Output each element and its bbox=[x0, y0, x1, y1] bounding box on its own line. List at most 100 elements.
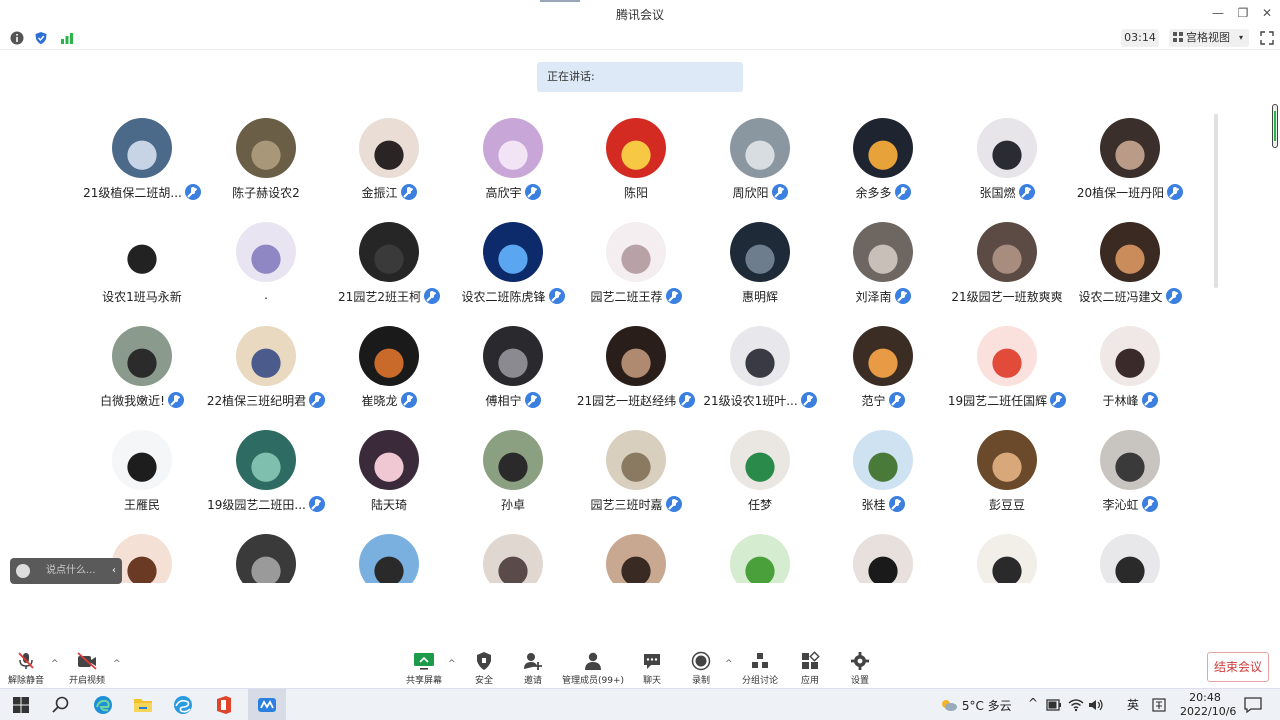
weather-widget[interactable]: 5°C 多云 bbox=[940, 697, 1012, 714]
avatar bbox=[853, 326, 913, 386]
participant-tile[interactable]: 设农二班陈虎锋 bbox=[451, 212, 575, 312]
participant-tile[interactable]: 20植保一班丹阳 bbox=[1068, 108, 1192, 208]
wifi-icon[interactable] bbox=[1068, 698, 1084, 712]
edge-browser-icon[interactable] bbox=[92, 694, 114, 716]
info-icon[interactable] bbox=[10, 31, 24, 45]
start-video-button[interactable]: 开启视频 bbox=[57, 651, 117, 687]
windows-start-icon[interactable] bbox=[10, 694, 32, 716]
participant-name: 傅相宁 bbox=[485, 394, 522, 408]
participant-tile[interactable]: 园艺二班王荐 bbox=[574, 212, 698, 312]
side-scroll-indicator[interactable] bbox=[1272, 104, 1278, 148]
participant-tile[interactable]: 崔晓龙 bbox=[327, 316, 451, 416]
participant-name-line: 设农二班冯建文 bbox=[1060, 288, 1200, 305]
participant-tile[interactable]: 彭豆豆 bbox=[945, 420, 1069, 520]
participant-tile[interactable]: 21园艺2班王柯 bbox=[327, 212, 451, 312]
participant-name: 高欣宇 bbox=[485, 186, 522, 200]
participant-tile[interactable]: 陈子赫设农2 bbox=[204, 108, 328, 208]
participant-tile[interactable]: 21级植保二班胡... bbox=[80, 108, 204, 208]
input-method-indicator[interactable]: 英 bbox=[1127, 696, 1139, 713]
participant-tile[interactable]: 22植保三班纪明君 bbox=[204, 316, 328, 416]
participant-tile[interactable]: 19级园艺二班田... bbox=[204, 420, 328, 520]
restore-button[interactable]: ❐ bbox=[1232, 4, 1254, 22]
view-mode-dropdown[interactable]: 宫格视图 ▾ bbox=[1169, 29, 1249, 47]
avatar bbox=[606, 534, 666, 583]
invite-button[interactable]: 邀请 bbox=[503, 651, 563, 687]
participant-tile[interactable] bbox=[327, 524, 451, 583]
participant-tile[interactable]: 陆天琦 bbox=[327, 420, 451, 520]
participant-name: 周欣阳 bbox=[732, 186, 769, 200]
minimize-button[interactable]: — bbox=[1207, 4, 1229, 22]
search-icon[interactable] bbox=[50, 694, 72, 716]
shield-icon[interactable] bbox=[34, 31, 48, 45]
participant-tile[interactable]: 张桂 bbox=[821, 420, 945, 520]
participant-name-line: 王雁民 bbox=[80, 496, 212, 513]
participant-name: 园艺三班时嘉 bbox=[590, 498, 663, 512]
participant-name: 19园艺二班任国辉 bbox=[947, 394, 1048, 408]
participant-tile[interactable] bbox=[204, 524, 328, 583]
participant-tile[interactable] bbox=[698, 524, 822, 583]
participant-tile[interactable]: 惠明辉 bbox=[698, 212, 822, 312]
scroll-thumb[interactable] bbox=[1274, 111, 1276, 141]
share-screen-button[interactable]: 共享屏幕 bbox=[394, 651, 454, 687]
settings-button[interactable]: 设置 bbox=[830, 651, 890, 687]
participant-tile[interactable]: 范宁 bbox=[821, 316, 945, 416]
participant-tile[interactable]: 21园艺一班赵经纬 bbox=[574, 316, 698, 416]
participant-tile[interactable] bbox=[574, 524, 698, 583]
participant-tile[interactable]: 21级设农1班叶... bbox=[698, 316, 822, 416]
participant-tile[interactable]: 设农1班马永新 bbox=[80, 212, 204, 312]
participant-tile[interactable] bbox=[451, 524, 575, 583]
participant-tile[interactable]: 张国燃 bbox=[945, 108, 1069, 208]
participant-tile[interactable]: 21级园艺一班敖爽爽 bbox=[945, 212, 1069, 312]
participant-tile[interactable]: 王雁民 bbox=[80, 420, 204, 520]
emoji-icon[interactable] bbox=[16, 564, 30, 578]
mic-muted-icon bbox=[524, 184, 541, 200]
participant-name-line: 崔晓龙 bbox=[319, 392, 459, 409]
participant-tile[interactable]: . bbox=[204, 212, 328, 312]
participant-tile[interactable]: 19园艺二班任国辉 bbox=[945, 316, 1069, 416]
chevron-left-icon[interactable]: ‹ bbox=[112, 558, 116, 584]
participant-tile[interactable]: 金振江 bbox=[327, 108, 451, 208]
tray-expand-icon[interactable]: ^ bbox=[1028, 696, 1038, 710]
system-clock[interactable]: 20:48 2022/10/6 bbox=[1180, 691, 1236, 719]
video-options-caret[interactable]: ^ bbox=[113, 659, 121, 669]
participant-name-line: 任梦 bbox=[690, 496, 830, 513]
signal-icon[interactable] bbox=[60, 31, 74, 45]
volume-icon[interactable] bbox=[1088, 698, 1104, 712]
participant-tile[interactable] bbox=[1068, 524, 1192, 583]
participant-tile[interactable]: 孙卓 bbox=[451, 420, 575, 520]
close-button[interactable]: ✕ bbox=[1256, 4, 1278, 22]
participant-tile[interactable]: 设农二班冯建文 bbox=[1068, 212, 1192, 312]
office-icon[interactable] bbox=[213, 694, 235, 716]
participant-tile[interactable]: 余多多 bbox=[821, 108, 945, 208]
edge-icon[interactable] bbox=[172, 694, 194, 716]
participant-tile[interactable]: 李沁虹 bbox=[1068, 420, 1192, 520]
notification-icon[interactable] bbox=[1244, 697, 1262, 713]
chat-input-box[interactable]: 说点什么... ‹ bbox=[10, 558, 122, 584]
participant-tile[interactable]: 刘泽南 bbox=[821, 212, 945, 312]
participant-tile[interactable]: 傅相宁 bbox=[451, 316, 575, 416]
view-mode-label: 宫格视图 bbox=[1186, 31, 1230, 44]
participant-tile[interactable]: 园艺三班时嘉 bbox=[574, 420, 698, 520]
ime-mode-icon[interactable] bbox=[1152, 698, 1166, 712]
participant-tile[interactable]: 周欣阳 bbox=[698, 108, 822, 208]
participant-tile[interactable]: 高欣宇 bbox=[451, 108, 575, 208]
participant-tile[interactable] bbox=[945, 524, 1069, 583]
grid-scrollbar[interactable] bbox=[1214, 114, 1218, 288]
tencent-meeting-icon[interactable] bbox=[256, 694, 278, 716]
avatar bbox=[853, 118, 913, 178]
participant-tile[interactable]: 于林峰 bbox=[1068, 316, 1192, 416]
avatar bbox=[730, 430, 790, 490]
participant-name-line: 范宁 bbox=[813, 392, 953, 409]
end-meeting-button[interactable]: 结束会议 bbox=[1207, 652, 1269, 682]
participant-tile[interactable] bbox=[821, 524, 945, 583]
record-button[interactable]: 录制 bbox=[671, 651, 731, 687]
file-explorer-icon[interactable] bbox=[132, 694, 154, 716]
battery-icon[interactable] bbox=[1046, 698, 1062, 712]
manage-members-button[interactable]: 管理成员(99+) bbox=[560, 651, 626, 687]
participant-tile[interactable]: 白微我嫩近! bbox=[80, 316, 204, 416]
participant-tile[interactable]: 任梦 bbox=[698, 420, 822, 520]
unmute-button[interactable]: 解除静音 bbox=[0, 651, 56, 687]
participant-tile[interactable]: 陈阳 bbox=[574, 108, 698, 208]
participant-name: 白微我嫩近! bbox=[100, 394, 165, 408]
fullscreen-icon[interactable] bbox=[1260, 31, 1274, 45]
